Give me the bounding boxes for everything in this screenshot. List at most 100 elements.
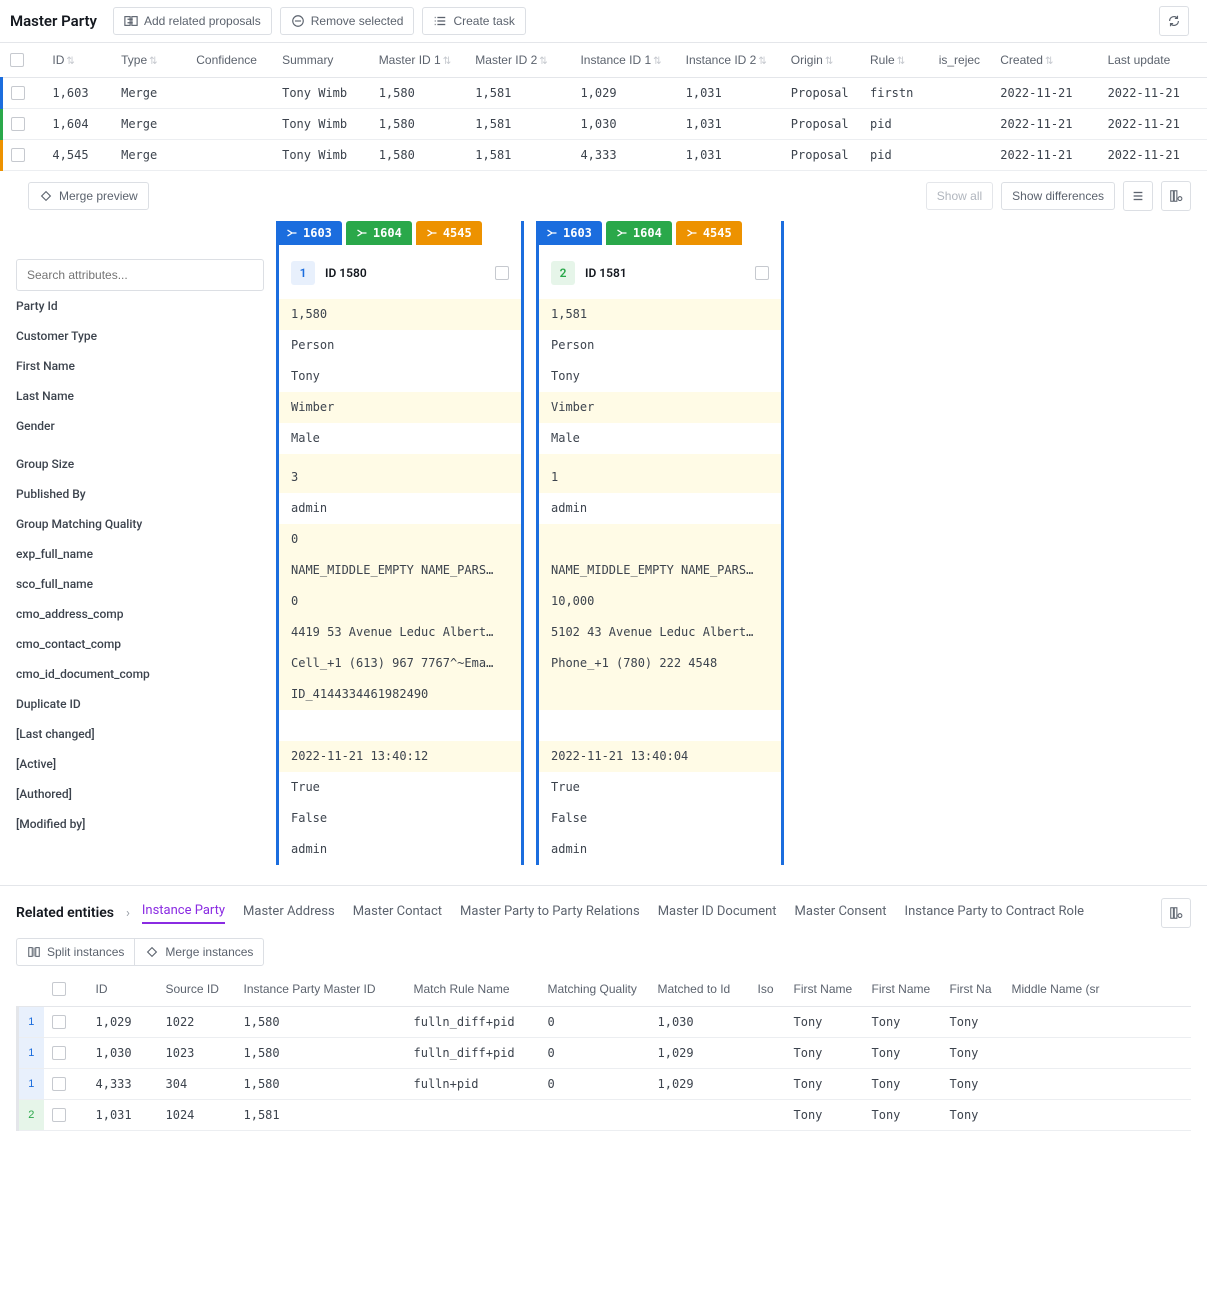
column-header[interactable]: Master ID 1⇅ <box>371 43 468 78</box>
attribute-label: Duplicate ID <box>16 689 264 719</box>
cell: 1,031 <box>88 1100 158 1131</box>
sort-icon: ⇅ <box>149 56 157 67</box>
cell: 1,029 <box>650 1038 750 1069</box>
row-checkbox[interactable] <box>11 148 25 162</box>
column-config-button[interactable] <box>1161 181 1191 211</box>
add-related-label: Add related proposals <box>144 14 261 28</box>
row-checkbox[interactable] <box>11 86 25 100</box>
cell: Merge <box>113 78 188 109</box>
select-all-checkbox[interactable] <box>10 53 24 67</box>
refresh-button[interactable] <box>1159 6 1189 36</box>
record-number-badge: 2 <box>551 261 575 285</box>
table-row[interactable]: 11,02910221,580fulln_diff+pid01,030TonyT… <box>18 1007 1192 1038</box>
tab-label: 1604 <box>373 226 402 240</box>
cell: 1,031 <box>678 140 783 171</box>
table-row[interactable]: 1,603MergeTony Wimb1,5801,5811,0291,031P… <box>2 78 1207 109</box>
column-header[interactable] <box>18 972 44 1007</box>
table-row[interactable]: 14,3333041,580fulln+pid01,029TonyTonyTon… <box>18 1069 1192 1100</box>
column-header[interactable]: Confidence <box>188 43 274 78</box>
list-view-button[interactable] <box>1123 181 1153 211</box>
column-header[interactable]: Matching Quality <box>540 972 650 1007</box>
column-header[interactable]: Last update <box>1100 43 1207 78</box>
column-header[interactable] <box>2 43 45 78</box>
split-instances-button[interactable]: Split instances <box>16 938 134 966</box>
column-header[interactable]: Created⇅ <box>992 43 1099 78</box>
record-tab-1604[interactable]: 1604 <box>346 221 412 245</box>
record-tab-4545[interactable]: 4545 <box>676 221 742 245</box>
merge-preview-label: Merge preview <box>59 189 138 203</box>
record-tab-1603[interactable]: 1603 <box>276 221 342 245</box>
sort-icon: ⇅ <box>825 56 833 67</box>
table-row[interactable]: 1,604MergeTony Wimb1,5801,5811,0301,031P… <box>2 109 1207 140</box>
row-checkbox[interactable] <box>52 1077 66 1091</box>
cell: Tony <box>942 1100 1004 1131</box>
record-tab-4545[interactable]: 4545 <box>416 221 482 245</box>
column-header[interactable]: is_rejec <box>931 43 993 78</box>
row-index-badge: 1 <box>18 1038 44 1069</box>
cell: Tony <box>864 1038 942 1069</box>
record-cell: Male <box>539 423 781 454</box>
cell: 1,580 <box>371 140 468 171</box>
cell: Tony <box>864 1100 942 1131</box>
record-cell: 0 <box>279 586 521 617</box>
related-tab[interactable]: Master Contact <box>353 904 442 923</box>
column-header[interactable]: Summary <box>274 43 371 78</box>
column-header[interactable]: First Name <box>786 972 864 1007</box>
column-header[interactable]: ID <box>88 972 158 1007</box>
column-header[interactable]: Instance Party Master ID <box>236 972 406 1007</box>
attribute-label: cmo_id_document_comp <box>16 659 264 689</box>
show-differences-button[interactable]: Show differences <box>1001 182 1115 210</box>
related-config-button[interactable] <box>1161 898 1191 928</box>
row-checkbox[interactable] <box>52 1046 66 1060</box>
record-cell: Person <box>539 330 781 361</box>
related-tab[interactable]: Master Party to Party Relations <box>460 904 640 923</box>
create-task-button[interactable]: Create task <box>422 7 525 35</box>
column-header[interactable]: Iso <box>750 972 786 1007</box>
search-attributes-input[interactable] <box>16 259 264 291</box>
merge-preview-button[interactable]: Merge preview <box>28 182 149 210</box>
table-row[interactable]: 21,03110241,581TonyTonyTony <box>18 1100 1192 1131</box>
column-header[interactable]: First Name <box>864 972 942 1007</box>
column-header[interactable]: Type⇅ <box>113 43 188 78</box>
column-header[interactable] <box>44 972 88 1007</box>
remove-selected-button[interactable]: Remove selected <box>280 7 415 35</box>
row-checkbox[interactable] <box>11 117 25 131</box>
table-row[interactable]: 4,545MergeTony Wimb1,5801,5814,3331,031P… <box>2 140 1207 171</box>
column-header[interactable]: Master ID 2⇅ <box>467 43 572 78</box>
column-header[interactable]: Instance ID 1⇅ <box>572 43 677 78</box>
select-all-checkbox[interactable] <box>52 982 66 996</box>
record-tab-1604[interactable]: 1604 <box>606 221 672 245</box>
row-index-badge: 2 <box>18 1100 44 1131</box>
related-tab[interactable]: Instance Party to Contract Role <box>905 904 1084 923</box>
attribute-label: [Active] <box>16 749 264 779</box>
attribute-label: Gender <box>16 411 264 441</box>
record-cell: 3 <box>279 454 521 493</box>
related-tab[interactable]: Master Address <box>243 904 335 923</box>
column-header[interactable]: First Na <box>942 972 1004 1007</box>
column-header[interactable]: ID⇅ <box>44 43 113 78</box>
row-checkbox[interactable] <box>52 1108 66 1122</box>
column-header[interactable]: Source ID <box>158 972 236 1007</box>
cell: Tony <box>864 1069 942 1100</box>
related-tab[interactable]: Master Consent <box>795 904 887 923</box>
table-row[interactable]: 11,03010231,580fulln_diff+pid01,029TonyT… <box>18 1038 1192 1069</box>
column-header[interactable]: Origin⇅ <box>783 43 862 78</box>
column-header[interactable]: Match Rule Name <box>406 972 540 1007</box>
row-checkbox[interactable] <box>52 1015 66 1029</box>
record-checkbox[interactable] <box>755 266 769 280</box>
add-related-proposals-button[interactable]: Add related proposals <box>113 7 272 35</box>
related-tab[interactable]: Master ID Document <box>658 904 777 923</box>
column-header[interactable]: Rule⇅ <box>862 43 931 78</box>
column-header[interactable]: Instance ID 2⇅ <box>678 43 783 78</box>
merge-instances-button[interactable]: Merge instances <box>134 938 264 966</box>
column-header[interactable]: Middle Name (sr <box>1004 972 1192 1007</box>
column-header[interactable]: Matched to Id <box>650 972 750 1007</box>
record-cell: True <box>539 772 781 803</box>
record-cells: 1,580PersonTonyWimberMale3admin0NAME_MID… <box>279 299 521 865</box>
record-checkbox[interactable] <box>495 266 509 280</box>
record-tab-1603[interactable]: 1603 <box>536 221 602 245</box>
show-all-button[interactable]: Show all <box>926 182 993 210</box>
related-tab[interactable]: Instance Party <box>142 903 225 924</box>
proposals-table: ID⇅Type⇅ConfidenceSummaryMaster ID 1⇅Mas… <box>0 43 1207 171</box>
record-header: 2ID 1581 <box>539 247 781 299</box>
